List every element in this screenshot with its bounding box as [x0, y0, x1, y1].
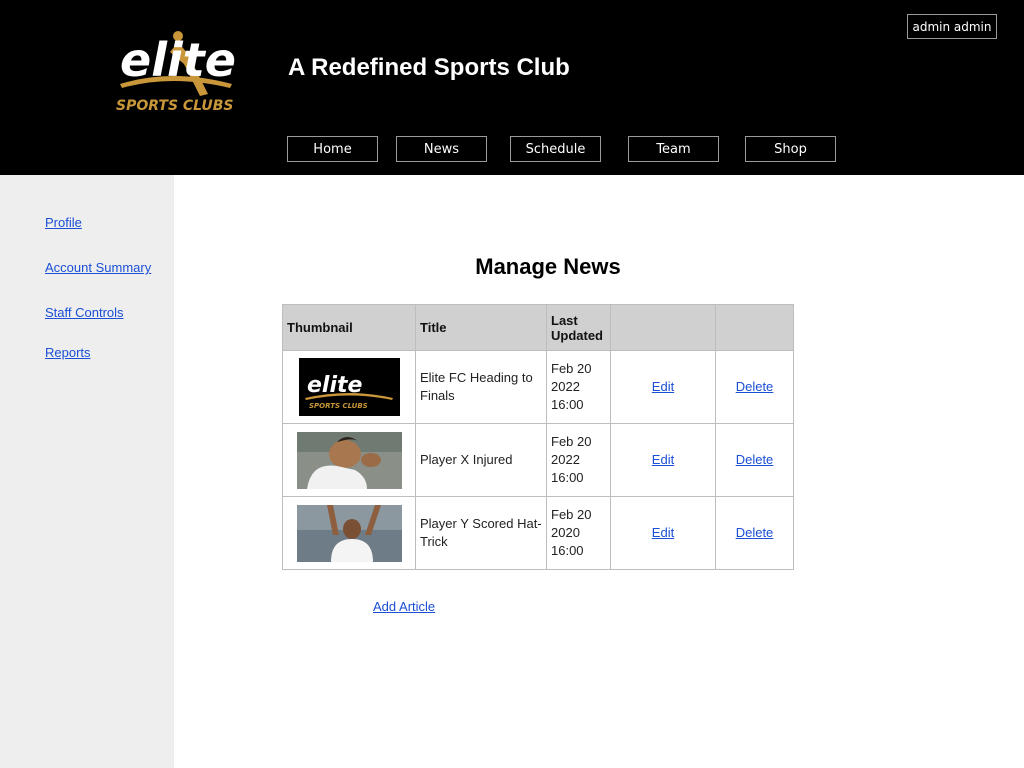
delete-link[interactable]: Delete: [736, 452, 774, 467]
nav-home-button[interactable]: Home: [287, 136, 378, 162]
last-updated-cell: Feb 20 2022 16:00: [546, 423, 611, 497]
news-table: Thumbnail Title Last Updated elite SPORT…: [282, 304, 794, 570]
nav-shop-button[interactable]: Shop: [745, 136, 836, 162]
column-header-edit: [610, 304, 716, 351]
sidebar-item-reports[interactable]: Reports: [45, 345, 91, 360]
news-title-cell: Player Y Scored Hat-Trick: [415, 496, 547, 570]
column-header-last-updated: Last Updated: [546, 304, 611, 351]
news-title-cell: Elite FC Heading to Finals: [415, 350, 547, 424]
news-title-cell: Player X Injured: [415, 423, 547, 497]
add-article-link[interactable]: Add Article: [373, 599, 435, 614]
delete-cell: Delete: [715, 350, 794, 424]
site-header: elite SPORTS CLUBS A Redefined Sports Cl…: [0, 0, 1024, 175]
column-header-thumbnail: Thumbnail: [282, 304, 416, 351]
last-updated-cell: Feb 20 2020 16:00: [546, 496, 611, 570]
edit-link[interactable]: Edit: [652, 452, 674, 467]
column-header-delete: [715, 304, 794, 351]
delete-cell: Delete: [715, 496, 794, 570]
sidebar-item-profile[interactable]: Profile: [45, 215, 82, 230]
elite-logo-thumbnail: elite SPORTS CLUBS: [298, 358, 400, 416]
nav-team-button[interactable]: Team: [628, 136, 719, 162]
celebrating-player-photo: [296, 504, 402, 562]
thumbnail-cell: elite SPORTS CLUBS: [282, 350, 416, 424]
delete-link[interactable]: Delete: [736, 379, 774, 394]
user-menu-button[interactable]: admin admin: [907, 14, 997, 39]
nav-news-button[interactable]: News: [396, 136, 487, 162]
table-row: Player Y Scored Hat-Trick Feb 20 2020 16:0…: [282, 496, 794, 570]
delete-cell: Delete: [715, 423, 794, 497]
sidebar: Profile Account Summary Staff Controls R…: [0, 175, 174, 768]
thumbnail-cell: [282, 423, 416, 497]
injured-player-photo: [296, 431, 402, 489]
svg-text:elite: elite: [307, 373, 363, 398]
last-updated-cell: Feb 20 2022 16:00: [546, 350, 611, 424]
edit-link[interactable]: Edit: [652, 379, 674, 394]
edit-cell: Edit: [610, 496, 716, 570]
column-header-title: Title: [415, 304, 547, 351]
table-row: Player X Injured Feb 20 2022 16:00 Edit De…: [282, 423, 794, 497]
nav-schedule-button[interactable]: Schedule: [510, 136, 601, 162]
delete-link[interactable]: Delete: [736, 525, 774, 540]
page-title: Manage News: [475, 254, 621, 279]
edit-cell: Edit: [610, 350, 716, 424]
table-header-row: Thumbnail Title Last Updated: [282, 304, 794, 351]
elite-logo[interactable]: elite SPORTS CLUBS: [112, 22, 257, 117]
table-row: elite SPORTS CLUBS Elite FC Heading to F…: [282, 350, 794, 424]
sidebar-item-staff-controls[interactable]: Staff Controls: [45, 305, 124, 320]
svg-text:SPORTS CLUBS: SPORTS CLUBS: [116, 98, 233, 114]
thumbnail-cell: [282, 496, 416, 570]
sidebar-item-account-summary[interactable]: Account Summary: [45, 260, 151, 275]
svg-text:SPORTS CLUBS: SPORTS CLUBS: [309, 402, 368, 410]
edit-link[interactable]: Edit: [652, 525, 674, 540]
edit-cell: Edit: [610, 423, 716, 497]
site-title: A Redefined Sports Club: [288, 54, 570, 81]
svg-text:elite: elite: [120, 33, 236, 87]
